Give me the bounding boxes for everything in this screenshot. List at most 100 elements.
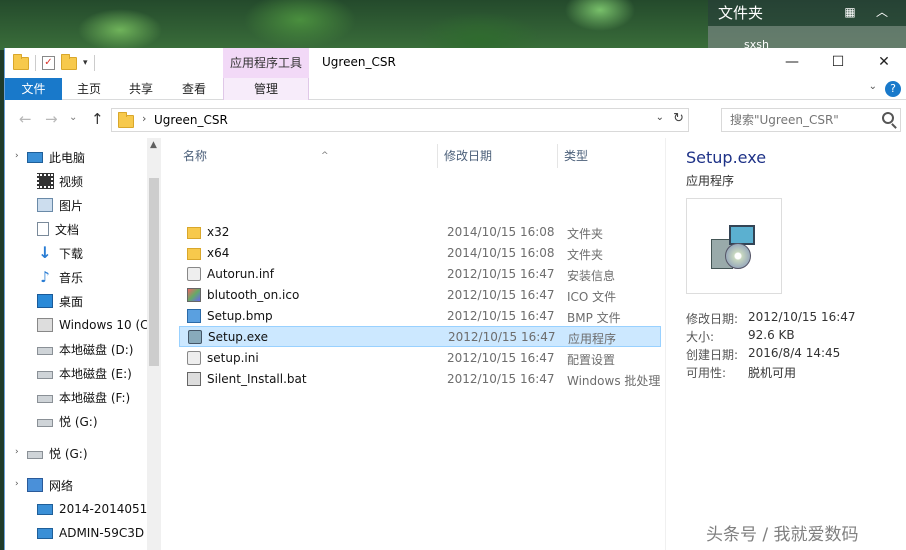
column-label: 名称 [183, 149, 208, 163]
file-row[interactable]: x64 2014/10/15 16:08 文件夹 [179, 243, 661, 264]
windows-drive-icon [37, 318, 53, 332]
nav-item-drive-d[interactable]: 本地磁盘 (D:) [37, 338, 161, 360]
explorer-window: ✓ ▾ 应用程序工具 Ugreen_CSR — ☐ ✕ 文件 主页 共享 查看 … [4, 48, 906, 550]
nav-item-downloads[interactable]: ↓ 下载 [37, 242, 161, 264]
background-window-grid-icon[interactable]: ▦ [836, 0, 864, 24]
quick-access-toolbar: ✓ ▾ [13, 53, 95, 72]
nav-item-drive-e[interactable]: 本地磁盘 (E:) [37, 362, 161, 384]
qat-customize-icon[interactable]: ▾ [83, 58, 88, 68]
details-file-name: Setup.exe [686, 148, 767, 167]
file-row[interactable]: x32 2014/10/15 16:08 文件夹 [179, 222, 661, 243]
column-divider[interactable] [557, 144, 558, 168]
nav-item-drive-g[interactable]: 悦 (G:) [37, 410, 161, 432]
nav-item-label: 网络 [49, 478, 74, 493]
window-title: Ugreen_CSR [322, 55, 396, 69]
file-date: 2012/10/15 16:47 [447, 288, 555, 302]
breadcrumb-current[interactable]: Ugreen_CSR [154, 113, 228, 127]
address-box[interactable]: › Ugreen_CSR ⌄ ↻ [111, 108, 689, 132]
nav-item-documents[interactable]: 文档 [37, 218, 161, 240]
nav-item-label: 音乐 [59, 270, 84, 285]
up-button[interactable]: ↑ [91, 110, 104, 128]
background-explorer-window[interactable]: 文件夹 ▦ ︿ sxsh [708, 0, 906, 51]
file-row[interactable]: setup.ini 2012/10/15 16:47 配置设置 [179, 348, 661, 369]
file-type: BMP 文件 [567, 311, 621, 325]
minimize-button[interactable]: — [769, 48, 815, 78]
file-row[interactable]: Silent_Install.bat 2012/10/15 16:47 Wind… [179, 369, 661, 390]
column-header-type[interactable]: 类型 [564, 144, 654, 168]
nav-item-network[interactable]: › 网络 [15, 474, 157, 496]
close-button[interactable]: ✕ [861, 48, 906, 78]
installer-disc-shape [725, 243, 751, 269]
nav-item-label: 图片 [59, 198, 84, 213]
nav-item-label: ADMIN-59C3D [59, 526, 145, 540]
search-box[interactable] [721, 108, 901, 132]
qat-separator [35, 55, 36, 71]
nav-scrollbar[interactable]: ▲ [147, 138, 161, 550]
properties-icon[interactable]: ✓ [42, 56, 55, 70]
nav-scroll-thumb[interactable] [149, 178, 159, 366]
file-date: 2014/10/15 16:08 [447, 225, 555, 239]
search-input[interactable] [722, 109, 872, 131]
installer-icon [711, 223, 759, 271]
recent-locations-button[interactable]: ⌄ [69, 112, 77, 123]
file-date: 2012/10/15 16:47 [447, 267, 555, 281]
help-icon[interactable]: ? [885, 81, 901, 97]
nav-item-network-pc-1[interactable]: 2014-20140514 [37, 498, 147, 520]
nav-item-drive-f[interactable]: 本地磁盘 (F:) [37, 386, 161, 408]
scroll-up-icon[interactable]: ▲ [150, 140, 157, 150]
file-row[interactable]: Setup.bmp 2012/10/15 16:47 BMP 文件 [179, 306, 661, 327]
nav-item-this-pc[interactable]: › 此电脑 [15, 146, 157, 168]
details-pane: Setup.exe 应用程序 修改日期: 2012/10/15 16:47 大小… [665, 138, 906, 550]
tab-share[interactable]: 共享 [119, 78, 163, 100]
breadcrumb-separator-icon[interactable]: › [142, 112, 146, 125]
download-icon: ↓ [38, 243, 52, 262]
settings-file-icon [187, 351, 201, 365]
background-window-collapse-icon[interactable]: ︿ [868, 0, 896, 24]
file-row-selected[interactable]: Setup.exe 2012/10/15 16:47 应用程序 [179, 326, 661, 347]
expander-icon[interactable]: › [15, 151, 19, 161]
refresh-icon[interactable]: ↻ [673, 111, 684, 126]
file-type: Windows 批处理... [567, 374, 661, 388]
drive-icon [37, 347, 53, 355]
nav-item-videos[interactable]: 视频 [37, 170, 161, 192]
ribbon-expand-icon[interactable]: ⌄ [869, 81, 877, 92]
maximize-button[interactable]: ☐ [815, 48, 861, 78]
nav-item-drive-g-root[interactable]: › 悦 (G:) [15, 442, 157, 464]
file-name: Silent_Install.bat [207, 372, 307, 386]
nav-item-label: 桌面 [59, 294, 84, 309]
column-divider[interactable] [437, 144, 438, 168]
expander-icon[interactable]: › [15, 447, 19, 457]
column-label: 修改日期 [444, 149, 493, 163]
drive-icon [27, 451, 43, 459]
nav-item-label: 2014-20140514 [59, 502, 147, 516]
nav-item-desktop[interactable]: 桌面 [37, 290, 161, 312]
back-button[interactable]: ← [19, 110, 32, 128]
video-folder-icon [37, 173, 54, 189]
new-folder-icon[interactable] [61, 53, 77, 70]
installer-icon [188, 330, 202, 344]
address-dropdown-icon[interactable]: ⌄ [656, 112, 664, 123]
tab-home[interactable]: 主页 [67, 78, 111, 100]
tab-file[interactable]: 文件 [5, 78, 62, 100]
nav-item-label: 悦 (G:) [49, 446, 88, 461]
details-property-row: 大小: 92.6 KB [686, 328, 856, 346]
column-header-name[interactable]: 名称 ^ [183, 144, 439, 168]
folder-icon [187, 227, 201, 239]
nav-item-label: 本地磁盘 (D:) [59, 342, 134, 357]
details-properties: 修改日期: 2012/10/15 16:47 大小: 92.6 KB 创建日期:… [686, 310, 856, 382]
expander-icon[interactable]: › [15, 479, 19, 489]
property-label: 大小: [686, 330, 715, 344]
file-row[interactable]: blutooth_on.ico 2012/10/15 16:47 ICO 文件 [179, 285, 661, 306]
file-type: 配置设置 [567, 353, 616, 367]
nav-item-drive-c[interactable]: Windows 10 (C [37, 314, 147, 336]
search-icon[interactable] [882, 112, 894, 124]
nav-item-network-pc-2[interactable]: ADMIN-59C3D [37, 522, 147, 544]
forward-button[interactable]: → [45, 110, 58, 128]
tab-view[interactable]: 查看 [172, 78, 216, 100]
nav-item-pictures[interactable]: 图片 [37, 194, 161, 216]
tab-manage[interactable]: 管理 [223, 78, 309, 100]
nav-item-label: 视频 [59, 174, 84, 189]
column-header-date[interactable]: 修改日期 [444, 144, 556, 168]
file-row[interactable]: Autorun.inf 2012/10/15 16:47 安装信息 [179, 264, 661, 285]
nav-item-music[interactable]: ♪ 音乐 [37, 266, 161, 288]
